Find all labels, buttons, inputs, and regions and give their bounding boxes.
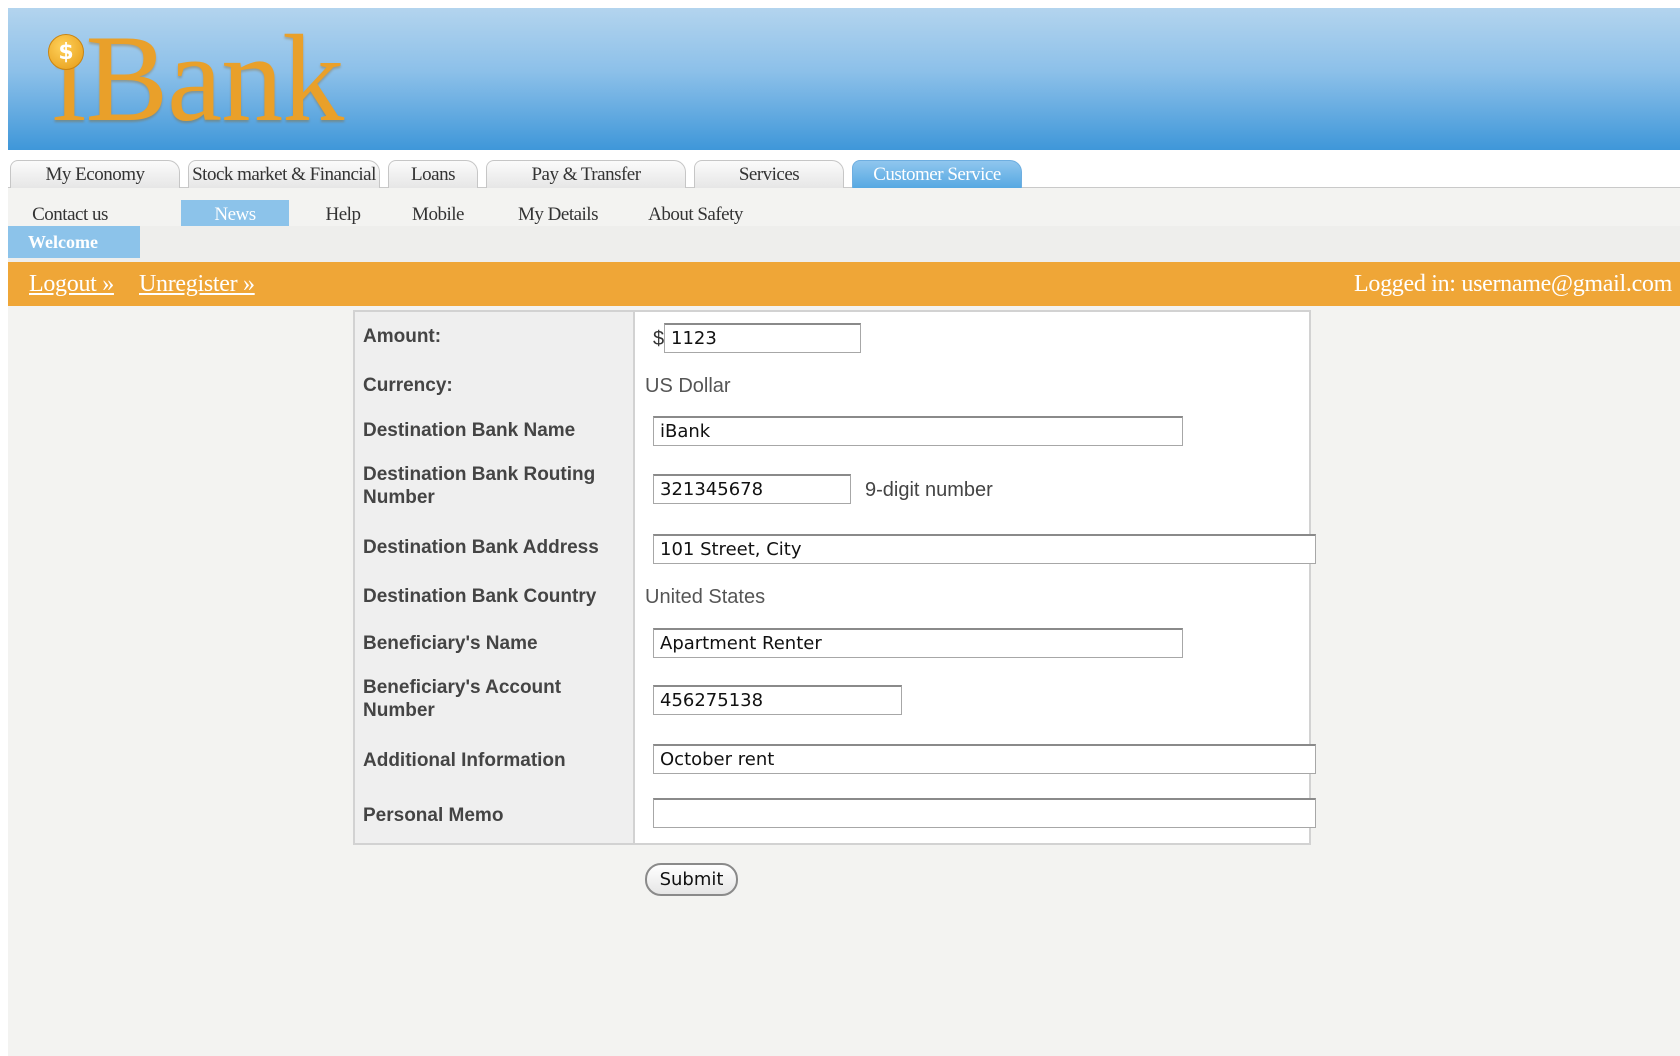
currency-value: US Dollar [645, 375, 731, 397]
welcome-strip [8, 226, 1680, 262]
tab-loans[interactable]: Loans [388, 160, 478, 188]
amount-currency-symbol: $ [653, 328, 665, 350]
unregister-link[interactable]: Unregister » [139, 262, 255, 306]
bank-country-value: United States [645, 586, 766, 608]
page-frame: iBank $ My Economy Stock market & Financ… [8, 8, 1680, 1056]
tab-services[interactable]: Services [694, 160, 844, 188]
additional-info-label: Additional Information [363, 750, 566, 771]
bank-name-label: Destination Bank Name [363, 420, 576, 441]
routing-label: Destination Bank Routing Number [363, 464, 596, 508]
bank-name-input[interactable] [653, 416, 1183, 446]
beneficiary-name-input[interactable] [653, 628, 1183, 658]
bank-address-input[interactable] [653, 534, 1316, 564]
coin-icon: $ [48, 34, 84, 70]
transfer-form: Amount: $ Currency: US Dollar Destinatio… [353, 310, 1316, 845]
logo-text: iBank [52, 10, 344, 147]
logged-in-status: Logged in: username@gmail.com [1354, 271, 1672, 297]
beneficiary-account-label: Beneficiary's Account Number [363, 677, 562, 721]
additional-info-input[interactable] [653, 744, 1316, 774]
tab-pay-transfer[interactable]: Pay & Transfer [486, 160, 686, 188]
currency-label: Currency: [363, 375, 453, 396]
amount-label: Amount: [363, 326, 442, 347]
header-banner: iBank $ [8, 8, 1680, 150]
tab-my-economy[interactable]: My Economy [10, 160, 180, 188]
tab-stock-market-financial[interactable]: Stock market & Financial [188, 160, 380, 188]
logout-link[interactable]: Logout » [29, 262, 114, 306]
personal-memo-input[interactable] [653, 798, 1316, 828]
ibank-logo[interactable]: iBank $ [38, 14, 368, 144]
routing-hint: 9-digit number [865, 479, 993, 501]
beneficiary-account-input[interactable] [653, 685, 902, 715]
bank-address-label: Destination Bank Address [363, 537, 599, 558]
main-tab-bar: My Economy Stock market & Financial Loan… [8, 150, 1680, 188]
bank-country-label: Destination Bank Country [363, 586, 597, 607]
tab-customer-service[interactable]: Customer Service [852, 160, 1022, 188]
routing-input[interactable] [653, 474, 851, 504]
beneficiary-name-label: Beneficiary's Name [363, 633, 538, 654]
welcome-tab[interactable]: Welcome [8, 226, 140, 258]
amount-input[interactable] [664, 323, 861, 353]
personal-memo-label: Personal Memo [363, 805, 504, 826]
user-bar: Logout » Unregister » Logged in: usernam… [8, 262, 1680, 306]
submit-button[interactable]: Submit [645, 863, 738, 896]
